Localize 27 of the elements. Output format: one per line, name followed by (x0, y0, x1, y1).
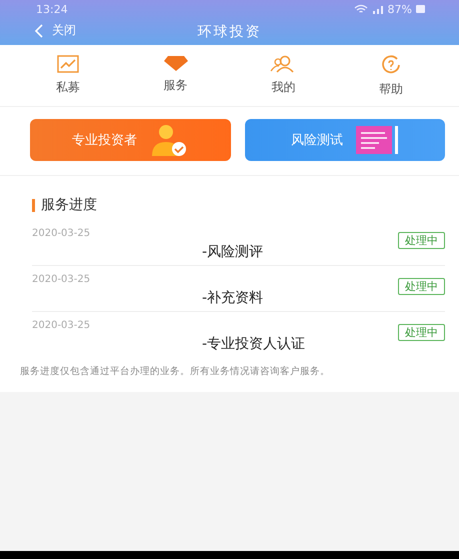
help-icon (381, 55, 402, 75)
item-date: 2020-03-25 (32, 227, 92, 241)
back-icon (34, 24, 44, 38)
menu-item[interactable]: 服务 (140, 55, 211, 98)
item-date: 2020-03-25 (32, 273, 92, 287)
note-text: 服务进度仅包含通过平台办理的业务。所有业务情况请咨询客户服务。 (19, 365, 331, 378)
status-time: 13:24 (36, 2, 68, 16)
people-icon (270, 55, 296, 73)
diamond-icon (164, 55, 188, 71)
status-tag: 处理中 (398, 232, 445, 249)
status-tag: 处理中 (398, 278, 445, 295)
menu-item[interactable]: 私募 (32, 55, 103, 98)
item-name: -补充资料 (201, 289, 264, 308)
section-title: 服务进度 (41, 196, 97, 214)
page-title: 环球投资 (198, 22, 262, 40)
item-name: -专业投资人认证 (201, 335, 306, 354)
menu-item[interactable]: 帮助 (356, 55, 426, 98)
item-name: -风险测评 (201, 243, 264, 262)
item-date: 2020-03-25 (32, 319, 92, 333)
wifi-icon (354, 4, 368, 14)
status-tag: 处理中 (398, 324, 445, 341)
battery-icon (416, 4, 425, 14)
document-icon (354, 124, 399, 156)
menu-item[interactable]: 我的 (248, 55, 318, 98)
signal-icon (372, 4, 384, 14)
battery-level: 87% (388, 2, 412, 16)
chart-icon (56, 55, 79, 73)
